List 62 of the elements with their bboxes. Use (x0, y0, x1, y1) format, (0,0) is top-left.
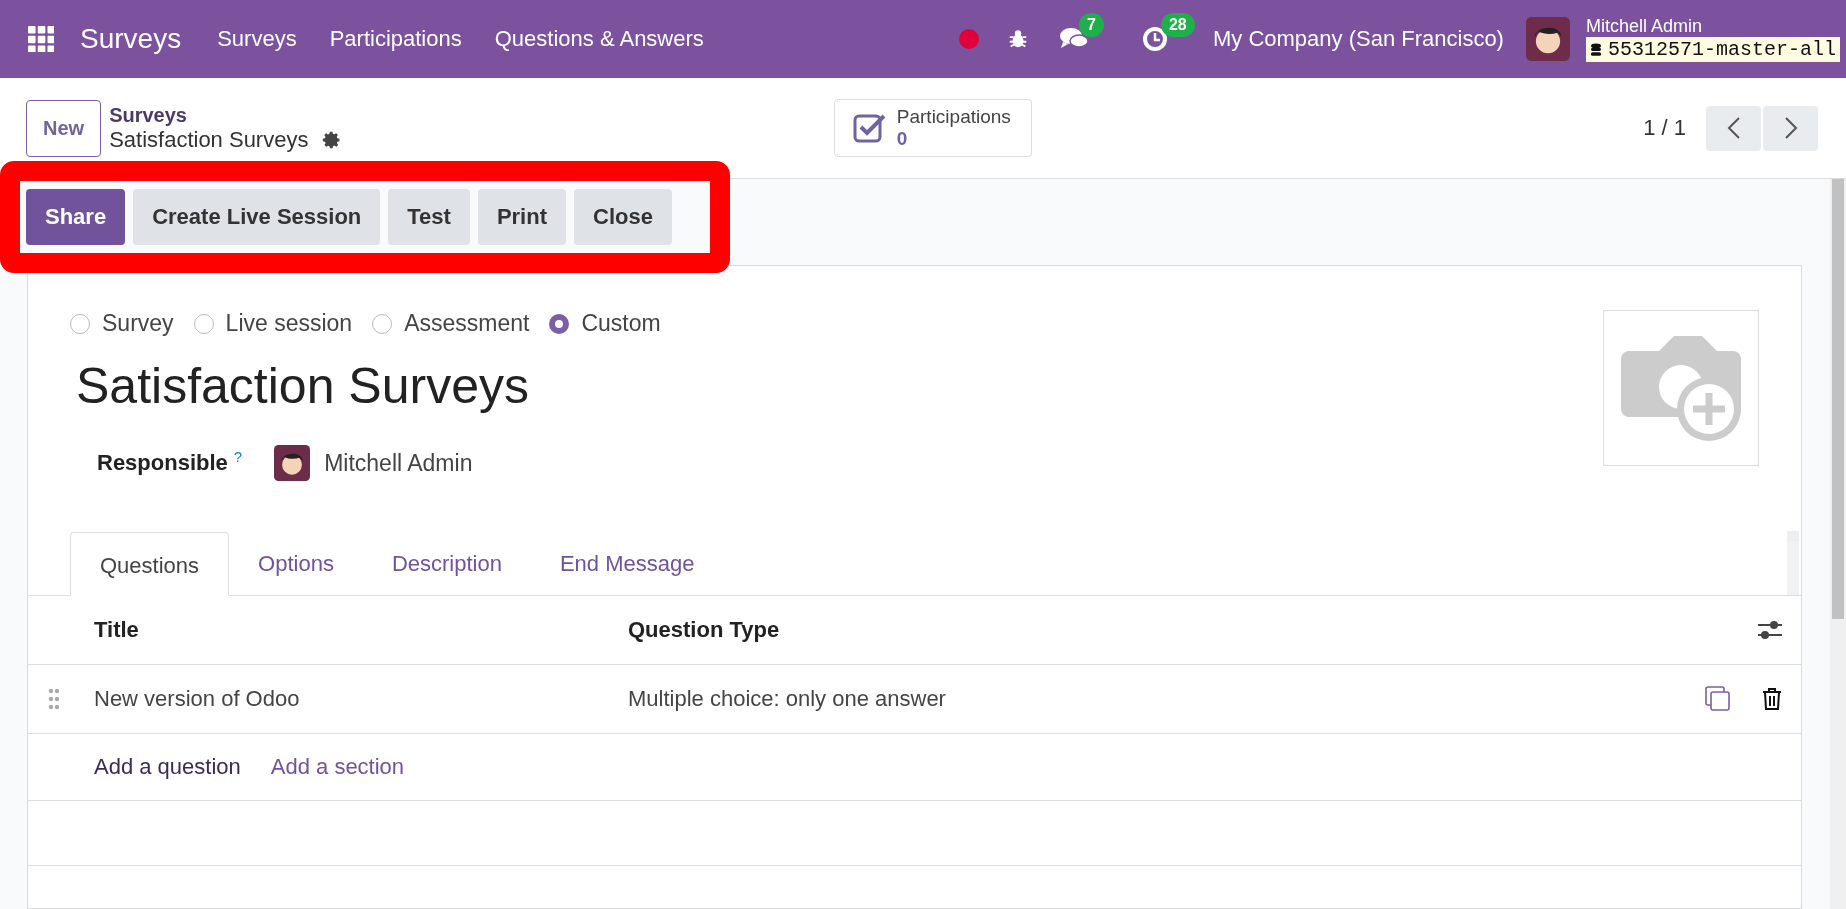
stat-label: Participations (896, 106, 1011, 128)
field-label: Responsible (97, 450, 228, 476)
radio-label[interactable]: Live session (225, 310, 353, 337)
participations-stat-button[interactable]: Participations 0 (833, 99, 1032, 157)
table-cell-text: New version of Odoo (94, 686, 301, 712)
radio-button[interactable] (70, 313, 90, 334)
breadcrumb-current: Satisfaction Surveys (109, 126, 309, 153)
checkbox-icon (852, 112, 887, 144)
radio-button[interactable] (549, 313, 570, 334)
status-dot-icon[interactable] (958, 29, 979, 49)
apps-grid-icon[interactable] (28, 26, 54, 52)
column-header[interactable]: Question Type (628, 617, 1757, 643)
user-name[interactable]: Mitchell Admin (1585, 16, 1840, 37)
pager-value: 1 / 1 (1643, 115, 1686, 141)
new-button[interactable]: New (26, 99, 102, 157)
user-avatar[interactable] (1525, 17, 1570, 61)
action-button[interactable]: Share (26, 189, 126, 245)
drag-handle-icon[interactable] (48, 688, 60, 710)
menu-item[interactable]: Participations (329, 26, 462, 52)
copy-icon[interactable] (1705, 686, 1731, 712)
page-scrollbar[interactable] (1830, 179, 1846, 909)
radio-label[interactable]: Survey (102, 310, 174, 337)
trash-icon[interactable] (1761, 687, 1783, 711)
action-button[interactable]: Print (477, 189, 566, 245)
form-tab[interactable]: End Message (530, 531, 724, 595)
database-label: 55312571-master-all (1585, 37, 1840, 62)
radio-button[interactable] (372, 313, 393, 334)
radio-label[interactable]: Custom (581, 310, 661, 337)
form-tab[interactable]: Description (362, 531, 531, 595)
add-link[interactable]: Add a question (94, 754, 241, 780)
column-header[interactable]: Title (94, 617, 628, 643)
company-switcher[interactable]: My Company (San Francisco) (1212, 26, 1504, 52)
responsible-field[interactable]: Mitchell Admin (324, 449, 473, 477)
clock-icon[interactable] (1140, 25, 1169, 53)
breadcrumb-link[interactable]: Surveys (109, 103, 343, 127)
message-count-badge: 7 (1078, 13, 1104, 37)
add-link[interactable]: Add a section (270, 754, 405, 780)
chevron-right-icon (1783, 116, 1798, 140)
camera-plus-icon (1621, 335, 1741, 441)
next-button[interactable] (1763, 105, 1818, 151)
menu-item[interactable]: Questions & Answers (494, 26, 704, 52)
survey-title[interactable]: Satisfaction Surveys (76, 357, 1603, 415)
settings-icon[interactable] (322, 129, 343, 150)
chevron-left-icon (1726, 116, 1741, 140)
help-tooltip[interactable]: ? (233, 447, 243, 465)
settings-sliders-icon[interactable] (1757, 619, 1783, 641)
app-name[interactable]: Surveys (80, 23, 182, 55)
stat-value: 0 (896, 128, 908, 150)
radio-button[interactable] (193, 313, 214, 334)
activity-count-badge: 28 (1160, 13, 1195, 37)
radio-label[interactable]: Assessment (404, 310, 530, 337)
database-icon (1589, 42, 1602, 57)
scrollbar[interactable] (1787, 531, 1799, 595)
action-button[interactable]: Close (574, 189, 672, 245)
previous-button[interactable] (1706, 105, 1761, 151)
form-tab[interactable]: Options (229, 531, 363, 595)
table-cell-text: Multiple choice: only one answer (628, 686, 947, 712)
form-tab[interactable]: Questions (70, 532, 230, 596)
menu-item[interactable]: Surveys (217, 26, 297, 52)
user-avatar (274, 445, 311, 481)
action-button[interactable]: Create Live Session (133, 189, 381, 245)
action-button[interactable]: Test (388, 189, 470, 245)
